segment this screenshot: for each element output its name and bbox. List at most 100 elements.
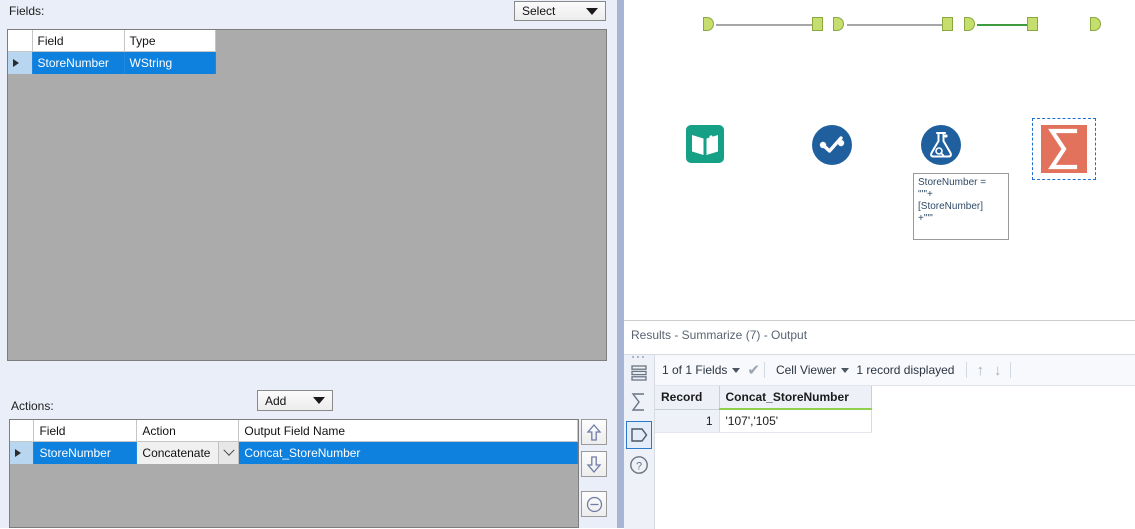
results-grid[interactable]: Record Concat_StoreNumber 1 '107','105' <box>655 386 872 433</box>
annotation-line-3: [StoreNumber] <box>918 201 984 212</box>
row-selector-icon <box>13 59 19 67</box>
actions-table[interactable]: Field Action Output Field Name StoreNumb… <box>9 419 579 528</box>
add-dropdown[interactable]: Add <box>257 390 333 411</box>
connector-input-to-select <box>716 24 820 26</box>
nav-down-button[interactable]: ↓ <box>989 362 1007 379</box>
output-anchor-summarize[interactable] <box>1090 17 1101 31</box>
results-title: Results - Summarize (7) - Output <box>631 328 808 342</box>
node-select[interactable] <box>811 124 853 169</box>
view-mode-label: Cell Viewer <box>775 363 837 377</box>
connector-select-to-formula <box>847 24 950 26</box>
fields-col-field: Field <box>32 30 125 52</box>
remove-button[interactable] <box>581 491 607 517</box>
fields-col-marker <box>8 30 33 52</box>
input-anchor-formula[interactable] <box>942 17 953 31</box>
chevron-down-icon <box>313 397 325 404</box>
input-anchor-summarize[interactable] <box>1027 17 1038 31</box>
check-circle-icon <box>812 125 852 165</box>
table-row[interactable]: StoreNumber WString <box>8 51 216 74</box>
cell-type[interactable]: WString <box>124 51 216 74</box>
formula-annotation[interactable]: StoreNumber = "'"+ [StoreNumber] +"'" <box>913 173 1009 240</box>
data-grid-icon[interactable] <box>626 359 652 387</box>
node-formula[interactable] <box>920 124 962 169</box>
toolbar-separator <box>966 362 968 378</box>
annotation-line-2: "'"+ <box>918 189 933 200</box>
tag-icon[interactable] <box>626 421 652 449</box>
svg-text:?: ? <box>636 460 642 472</box>
minus-circle-icon <box>586 496 602 512</box>
check-icon[interactable]: ✔ <box>747 361 760 379</box>
arrow-down-icon <box>586 455 602 473</box>
table-header-row: Field Action Output Field Name <box>10 420 578 442</box>
select-dropdown-label: Select <box>522 4 556 18</box>
chevron-down-icon <box>586 7 598 15</box>
node-summarize[interactable] <box>1041 125 1087 176</box>
cell-output-field-name[interactable]: Concat_StoreNumber <box>238 441 578 464</box>
action-select-value: Concatenate <box>142 446 211 460</box>
fields-selector-label: 1 of 1 Fields <box>662 363 728 377</box>
add-dropdown-label: Add <box>265 393 287 408</box>
results-sidebar: ? <box>624 355 655 529</box>
results-pane: Results - Summarize (7) - Output ? 1 of … <box>624 320 1135 529</box>
actions-col-marker <box>10 420 35 442</box>
fields-label: Fields: <box>9 4 45 18</box>
configuration-pane: Fields: Select Field Type StoreNumber WS… <box>0 0 617 528</box>
actions-label: Actions: <box>11 399 54 413</box>
chevron-down-icon <box>732 367 741 373</box>
results-header-row: Record Concat_StoreNumber <box>655 386 872 410</box>
toolbar-separator <box>763 362 765 378</box>
results-body: ? 1 of 1 Fields ✔ Cell Viewer 1 record d… <box>624 354 1135 529</box>
data-grid-glyph <box>631 365 647 381</box>
results-col-concat-storenumber[interactable]: Concat_StoreNumber <box>719 386 872 410</box>
cell-field[interactable]: StoreNumber <box>32 51 125 74</box>
chevron-down-icon <box>841 367 850 373</box>
table-row[interactable]: StoreNumber Concatenate Concat_StoreNumb… <box>10 441 578 464</box>
record-count-label: 1 record displayed <box>856 363 955 377</box>
table-row[interactable]: 1 '107','105' <box>655 409 872 433</box>
fields-table[interactable]: Field Type StoreNumber WString <box>7 29 607 361</box>
annotation-line-4: +"'" <box>918 213 933 224</box>
row-selector-icon <box>15 449 21 457</box>
results-col-record[interactable]: Record <box>655 386 720 410</box>
connector-formula-to-summarize <box>977 24 1033 26</box>
actions-col-action: Action <box>136 420 240 442</box>
fields-selector[interactable]: 1 of 1 Fields <box>655 363 747 377</box>
workflow-canvas[interactable] <box>624 0 1135 320</box>
action-select[interactable]: Concatenate <box>136 441 240 464</box>
annotation-line-1: StoreNumber = <box>918 177 987 188</box>
help-glyph: ? <box>630 456 648 474</box>
node-input-data[interactable] <box>685 124 725 167</box>
actions-table-inner: Field Action Output Field Name StoreNumb… <box>10 420 578 464</box>
arrow-up-icon <box>586 423 602 441</box>
output-anchor-formula[interactable] <box>964 17 975 31</box>
fields-table-inner: Field Type StoreNumber WString <box>8 30 216 74</box>
flask-icon <box>921 125 961 165</box>
cell-field[interactable]: StoreNumber <box>33 441 138 464</box>
move-up-button[interactable] <box>581 419 607 445</box>
select-dropdown[interactable]: Select <box>514 1 606 21</box>
table-header-row: Field Type <box>8 30 216 52</box>
actions-col-field: Field <box>33 420 138 442</box>
actions-col-output: Output Field Name <box>238 420 578 442</box>
row-marker <box>8 51 33 74</box>
output-anchor-input-data[interactable] <box>703 17 714 31</box>
pane-divider[interactable] <box>617 0 624 528</box>
nav-up-button[interactable]: ↑ <box>971 362 989 379</box>
sigma-icon[interactable] <box>626 388 652 416</box>
output-anchor-select[interactable] <box>833 17 844 31</box>
results-toolbar: 1 of 1 Fields ✔ Cell Viewer 1 record dis… <box>655 355 1135 386</box>
row-marker <box>10 441 35 464</box>
book-icon <box>686 125 724 163</box>
sigma-glyph <box>631 393 644 411</box>
help-icon[interactable]: ? <box>626 451 652 479</box>
view-mode-selector[interactable]: Cell Viewer <box>769 363 856 377</box>
cell-concat-storenumber[interactable]: '107','105' <box>719 409 872 433</box>
toolbar-separator <box>1010 362 1012 378</box>
move-down-button[interactable] <box>581 451 607 477</box>
chevron-down-icon[interactable] <box>218 442 238 464</box>
fields-col-type: Type <box>124 30 216 52</box>
input-anchor-select[interactable] <box>812 17 823 31</box>
tag-glyph <box>631 428 648 442</box>
sigma-icon <box>1041 125 1087 173</box>
cell-record: 1 <box>655 409 720 433</box>
